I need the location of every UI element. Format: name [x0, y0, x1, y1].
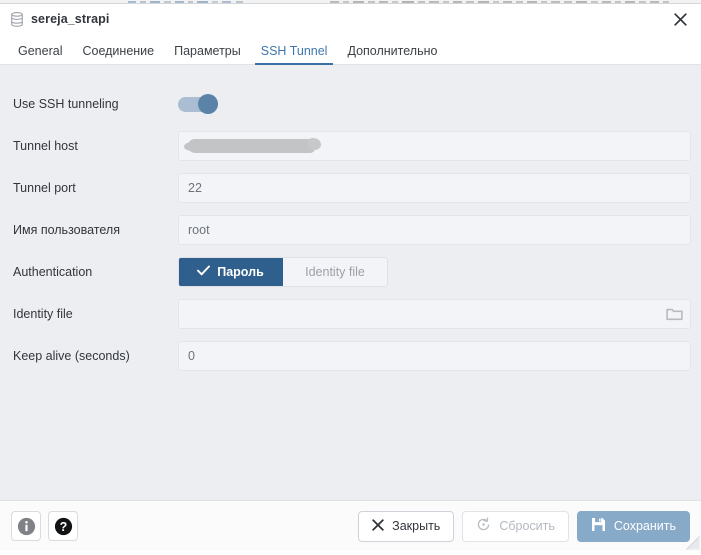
keep-alive-value: 0 — [188, 350, 195, 363]
footer-left-group: ? — [11, 511, 78, 541]
resize-grip[interactable] — [686, 536, 700, 550]
identity-file-browse-button[interactable] — [659, 301, 689, 327]
titlebar: sereja_strapi — [0, 4, 701, 34]
label-tunnel-host: Tunnel host — [0, 139, 178, 154]
reset-icon — [476, 517, 491, 535]
username-value: root — [188, 224, 210, 237]
label-keep-alive: Keep alive (seconds) — [0, 349, 178, 364]
check-icon — [197, 265, 210, 279]
close-dialog-button[interactable]: Закрыть — [358, 511, 454, 542]
identity-file-input[interactable] — [178, 299, 691, 329]
row-tunnel-host: Tunnel host — [0, 125, 691, 167]
save-floppy-icon — [591, 517, 606, 535]
label-use-ssh-tunneling: Use SSH tunneling — [0, 97, 178, 112]
folder-icon — [666, 307, 683, 321]
info-icon — [17, 517, 36, 536]
tab-connection[interactable]: Соединение — [72, 45, 164, 65]
svg-text:?: ? — [59, 520, 67, 534]
tab-general[interactable]: General — [8, 45, 72, 65]
auth-option-identity-file-label: Identity file — [305, 265, 365, 279]
label-authentication: Authentication — [0, 265, 178, 280]
help-button[interactable]: ? — [48, 511, 78, 541]
info-button[interactable] — [11, 511, 41, 541]
row-tunnel-port: Tunnel port 22 — [0, 167, 691, 209]
label-tunnel-port: Tunnel port — [0, 181, 178, 196]
row-username: Имя пользователя root — [0, 209, 691, 251]
tunnel-host-input[interactable] — [178, 131, 691, 161]
tab-bar: General Соединение Параметры SSH Tunnel … — [0, 34, 701, 65]
window-close-button[interactable] — [667, 7, 693, 31]
database-icon — [10, 12, 24, 27]
tab-additional[interactable]: Дополнительно — [337, 45, 447, 65]
tab-parameters[interactable]: Параметры — [164, 45, 251, 65]
row-keep-alive: Keep alive (seconds) 0 — [0, 335, 691, 377]
label-username: Имя пользователя — [0, 223, 178, 238]
tab-ssh-tunnel[interactable]: SSH Tunnel — [251, 45, 338, 65]
dialog-footer: ? Закрыть — [0, 500, 701, 551]
titlebar-left: sereja_strapi — [10, 12, 109, 27]
save-label: Сохранить — [614, 519, 676, 533]
reset-button[interactable]: Сбросить — [462, 511, 569, 542]
username-input[interactable]: root — [178, 215, 691, 245]
close-icon — [674, 13, 687, 26]
use-ssh-tunneling-toggle[interactable] — [178, 94, 222, 114]
footer-right-group: Закрыть Сбросить — [358, 511, 690, 542]
reset-label: Сбросить — [499, 519, 555, 533]
save-button[interactable]: Сохранить — [577, 511, 690, 542]
window-title: sereja_strapi — [31, 12, 109, 26]
toggle-knob — [198, 94, 218, 114]
auth-option-identity-file[interactable]: Identity file — [283, 258, 387, 286]
x-icon — [372, 519, 384, 534]
auth-option-password-label: Пароль — [217, 265, 264, 279]
tunnel-port-input[interactable]: 22 — [178, 173, 691, 203]
tunnel-port-value: 22 — [188, 182, 202, 195]
keep-alive-input[interactable]: 0 — [178, 341, 691, 371]
help-icon: ? — [54, 517, 73, 536]
ssh-tunnel-dialog: sereja_strapi General Соединение Парамет… — [0, 3, 701, 551]
ssh-tunnel-form: Use SSH tunneling Tunnel host Tunnel por… — [0, 65, 701, 500]
label-identity-file: Identity file — [0, 307, 178, 322]
close-dialog-label: Закрыть — [392, 519, 440, 533]
row-use-ssh-tunneling: Use SSH tunneling — [0, 83, 691, 125]
tunnel-host-redaction — [188, 139, 316, 153]
auth-option-password[interactable]: Пароль — [179, 258, 283, 286]
authentication-segmented-control: Пароль Identity file — [178, 257, 388, 287]
row-authentication: Authentication Пароль Identity file — [0, 251, 691, 293]
row-identity-file: Identity file — [0, 293, 691, 335]
